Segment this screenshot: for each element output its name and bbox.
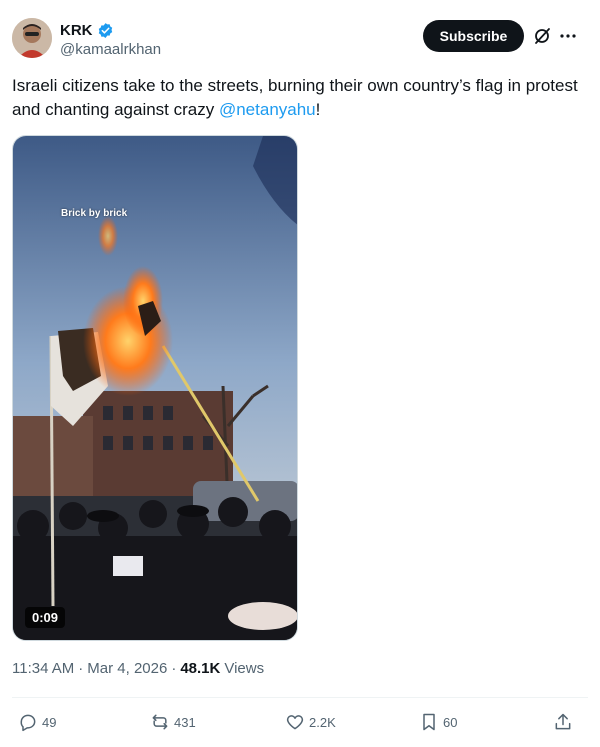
author-name[interactable]: KRK xyxy=(60,22,93,39)
share-icon xyxy=(555,713,571,730)
post-time[interactable]: 11:34 AM xyxy=(12,660,74,677)
post-text: Israeli citizens take to the streets, bu… xyxy=(12,74,582,122)
meta-separator: · xyxy=(171,660,177,677)
repost-icon xyxy=(152,714,168,730)
reply-icon xyxy=(20,714,36,732)
post-text-end: ! xyxy=(315,100,321,119)
meta-separator: · xyxy=(78,660,84,677)
grok-icon[interactable] xyxy=(532,26,552,46)
divider xyxy=(12,697,588,698)
post-meta: 11:34 AM · Mar 4, 2026 · 48.1K Views xyxy=(12,660,264,677)
tweet: KRK @kamaalrkhan Subscribe Israeli citiz… xyxy=(0,0,600,747)
views-label: Views xyxy=(224,660,265,677)
avatar[interactable] xyxy=(12,18,52,58)
more-icon[interactable] xyxy=(558,26,578,46)
video-thumbnail xyxy=(13,136,297,640)
repost-count: 431 xyxy=(174,714,196,730)
reply-count: 49 xyxy=(42,714,57,730)
bookmark-count: 60 xyxy=(443,714,458,730)
subscribe-button[interactable]: Subscribe xyxy=(423,20,524,52)
video-caption: Brick by brick xyxy=(61,208,128,219)
video-player[interactable]: Brick by brick 0:09 xyxy=(12,135,298,641)
reply-button[interactable]: 49 xyxy=(18,707,56,737)
repost-button[interactable]: 431 xyxy=(150,707,196,737)
author-handle[interactable]: @kamaalrkhan xyxy=(60,41,161,58)
like-count: 2.2K xyxy=(309,714,336,730)
video-duration: 0:09 xyxy=(25,607,66,628)
bookmark-button[interactable]: 60 xyxy=(419,707,457,737)
views-count[interactable]: 48.1K xyxy=(180,660,220,677)
mention-link[interactable]: @netanyahu xyxy=(219,100,316,119)
action-bar: 49 431 2.2K 60 xyxy=(0,707,600,737)
share-button[interactable] xyxy=(553,707,573,737)
like-button[interactable]: 2.2K xyxy=(285,707,336,737)
heart-icon xyxy=(286,715,304,730)
bookmark-icon xyxy=(423,713,435,731)
verified-badge-icon xyxy=(97,22,114,39)
author-name-row: KRK xyxy=(60,20,114,40)
post-date[interactable]: Mar 4, 2026 xyxy=(87,660,167,677)
